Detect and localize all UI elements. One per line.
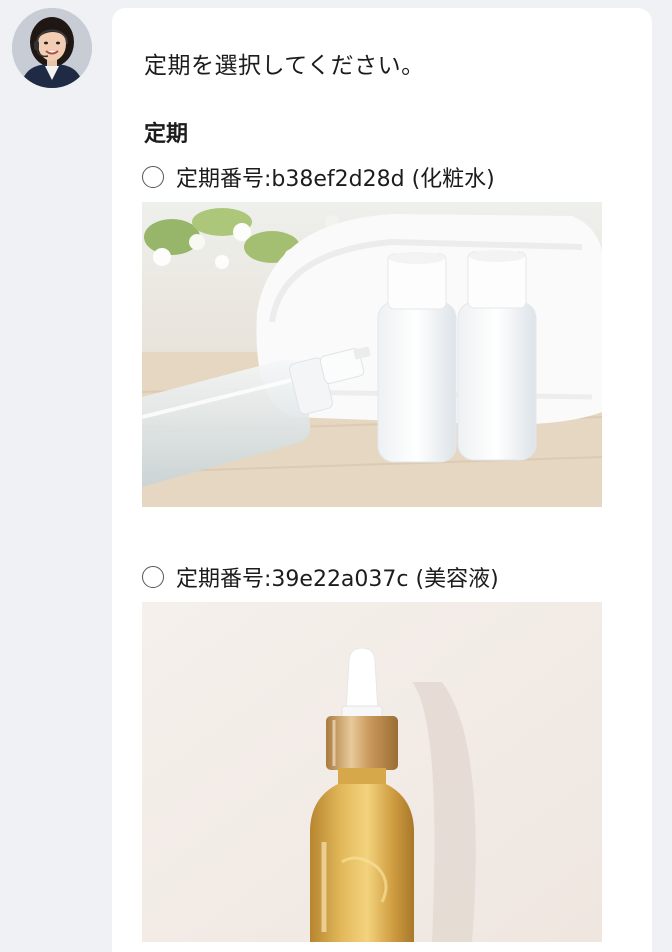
serum-dropper-bottle-photo <box>142 602 602 942</box>
section-title: 定期 <box>144 122 189 147</box>
support-agent-avatar <box>12 8 92 88</box>
radio-button[interactable] <box>142 566 164 588</box>
subscription-option-1[interactable]: 定期番号:b38ef2d28d (化粧水) <box>142 160 602 507</box>
subscription-option-row[interactable]: 定期番号:39e22a037c (美容液) <box>142 560 602 594</box>
subscription-option-2[interactable]: 定期番号:39e22a037c (美容液) <box>142 560 602 942</box>
subscription-option-label[interactable]: 定期番号:b38ef2d28d (化粧水) <box>176 161 495 193</box>
subscription-option-row[interactable]: 定期番号:b38ef2d28d (化粧水) <box>142 160 602 194</box>
message-prompt: 定期を選択してください。 <box>144 53 425 79</box>
message-bubble: 定期を選択してください。 定期 定期番号:b38ef2d28d (化粧水) 定期… <box>112 8 652 952</box>
subscription-option-label[interactable]: 定期番号:39e22a037c (美容液) <box>176 561 499 593</box>
radio-button[interactable] <box>142 166 164 188</box>
toner-bottles-photo <box>142 202 602 507</box>
